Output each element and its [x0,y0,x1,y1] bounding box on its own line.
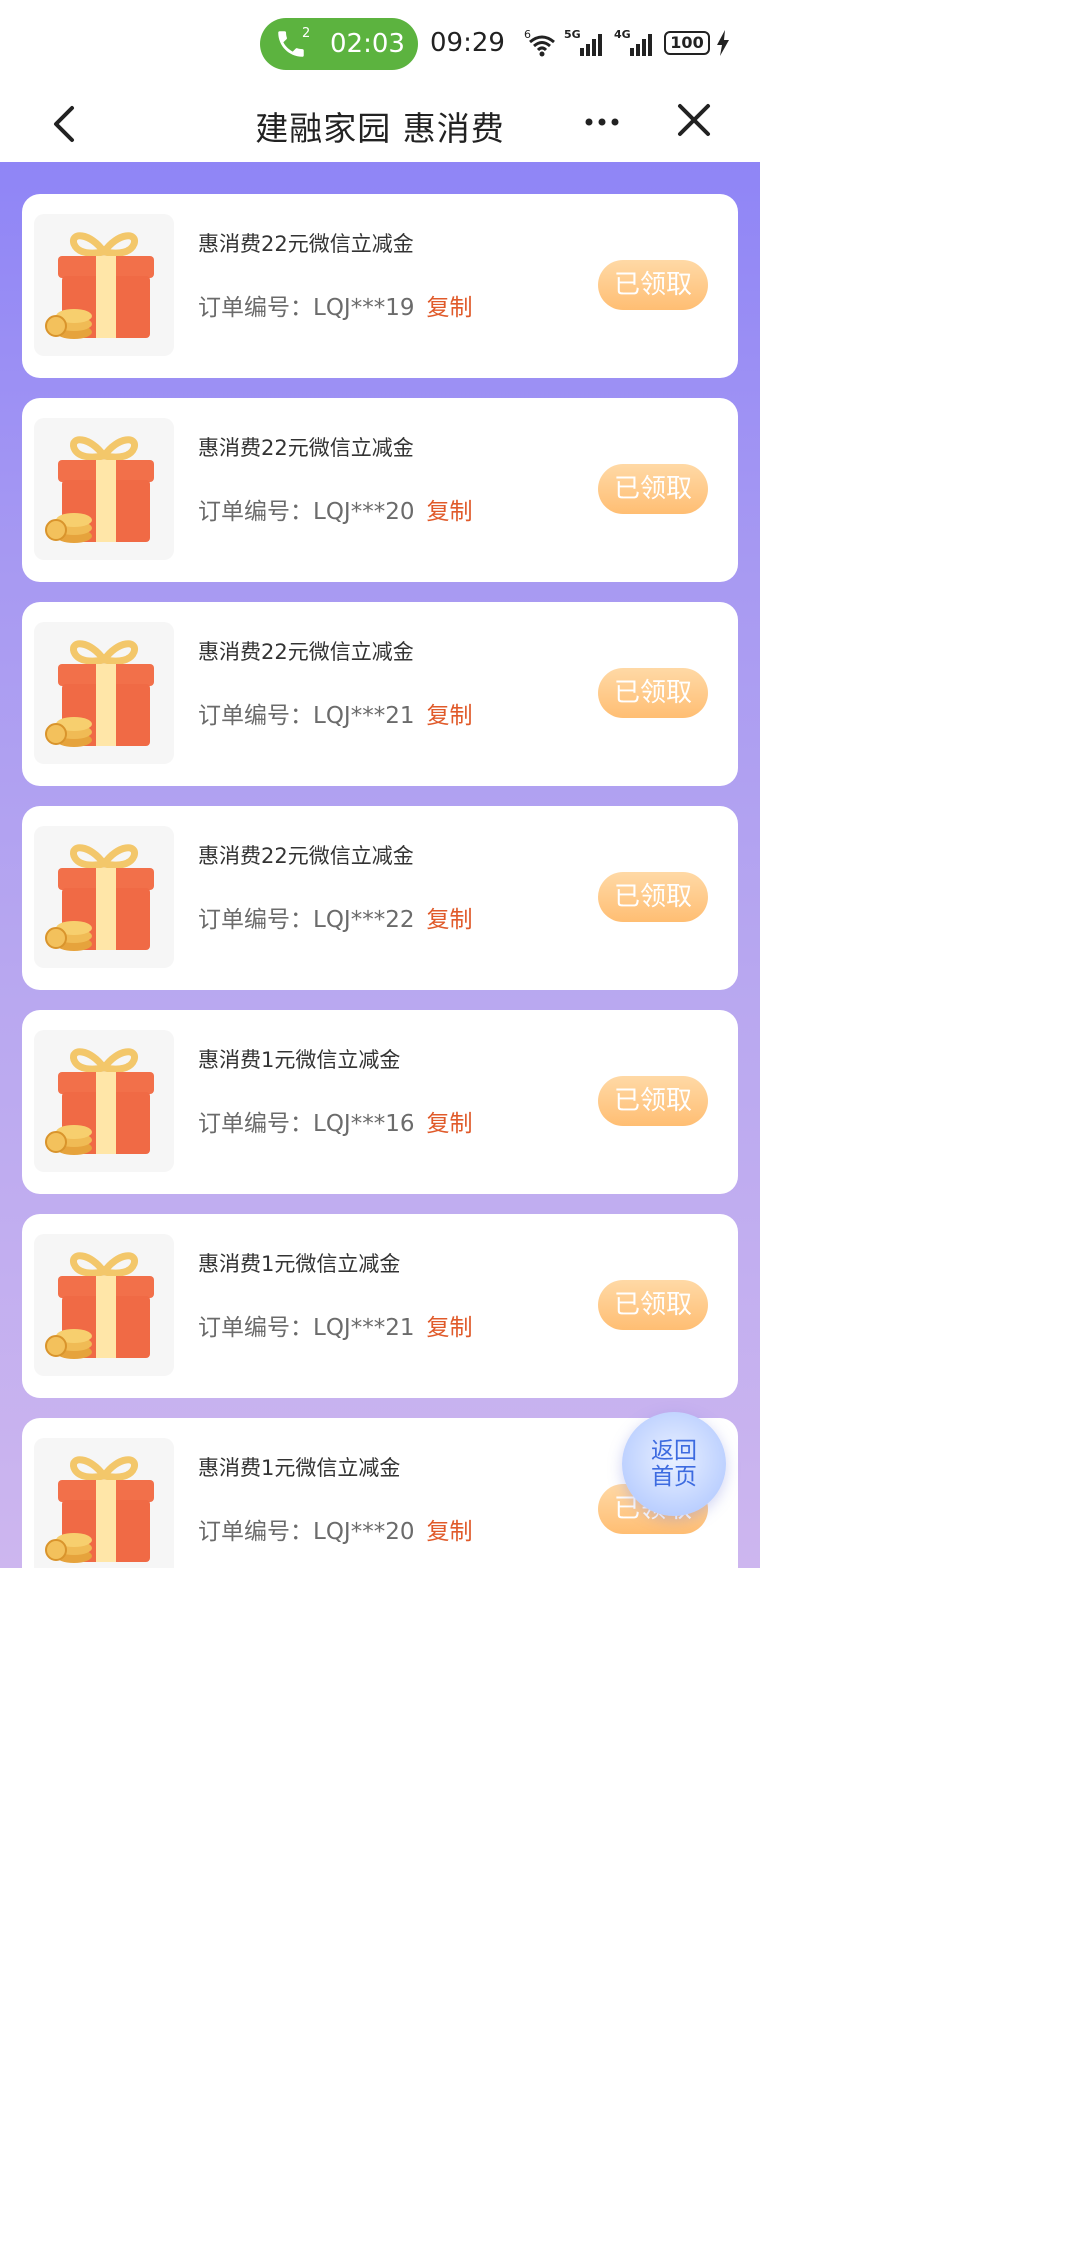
claimed-button[interactable]: 已领取 [598,260,708,310]
gift-image [34,826,174,968]
more-options-icon[interactable] [582,102,622,142]
call-duration: 02:03 [330,29,405,59]
coupon-title: 惠消费22元微信立减金 [198,232,414,256]
copy-button[interactable]: 复制 [426,288,472,322]
gift-icon [45,844,154,951]
charging-icon [717,30,729,56]
copy-button[interactable]: 复制 [426,900,472,934]
order-number-row: 订单编号： LQJ***22 复制 [198,900,472,934]
coupon-list: 惠消费22元微信立减金 订单编号： LQJ***19 复制 已领取 惠消费22元… [0,162,760,1568]
back-to-home-button[interactable]: 返回 首页 [622,1412,726,1516]
gift-image [34,418,174,560]
copy-button[interactable]: 复制 [426,1308,472,1342]
back-to-home-line1: 返回 [651,1438,697,1464]
coupon-title: 惠消费1元微信立减金 [198,1048,401,1072]
coupon-title: 惠消费1元微信立减金 [198,1252,401,1276]
order-number-label: 订单编号： [198,703,313,729]
copy-button[interactable]: 复制 [426,1512,472,1546]
gift-image [34,1030,174,1172]
claimed-button[interactable]: 已领取 [598,1076,708,1126]
order-number-label: 订单编号： [198,1519,313,1545]
coupon-title: 惠消费22元微信立减金 [198,640,414,664]
claimed-button[interactable]: 已领取 [598,464,708,514]
order-number-row: 订单编号： LQJ***21 复制 [198,1308,472,1342]
order-number-value: LQJ***21 [313,1315,415,1341]
order-number-row: 订单编号： LQJ***21 复制 [198,696,472,730]
claimed-button[interactable]: 已领取 [598,872,708,922]
svg-text:4G: 4G [614,28,631,41]
order-number-value: LQJ***19 [313,295,415,321]
gift-icon [45,1252,154,1359]
coupon-card: 惠消费22元微信立减金 订单编号： LQJ***19 复制 已领取 [22,194,738,378]
order-number-label: 订单编号： [198,907,313,933]
gift-icon [45,1456,154,1563]
order-number-label: 订单编号： [198,499,313,525]
gift-image [34,622,174,764]
back-to-home-line2: 首页 [651,1464,697,1490]
system-icons: 6 5G 4G 100 [524,26,730,60]
call-badge: 2 [302,26,311,41]
gift-image [34,1438,174,1568]
gift-image [34,214,174,356]
ongoing-call-pill[interactable]: 2 02:03 [260,18,418,70]
coupon-title: 惠消费1元微信立减金 [198,1456,401,1480]
coupon-card: 惠消费1元微信立减金 订单编号： LQJ***16 复制 已领取 [22,1010,738,1194]
order-number-value: LQJ***20 [313,1519,415,1545]
coupon-card: 惠消费22元微信立减金 订单编号： LQJ***20 复制 已领取 [22,398,738,582]
gift-icon [45,436,154,543]
order-number-label: 订单编号： [198,295,313,321]
order-number-value: LQJ***22 [313,907,415,933]
svg-text:5G: 5G [564,28,581,41]
claimed-button[interactable]: 已领取 [598,1280,708,1330]
gift-image [34,1234,174,1376]
gift-icon [45,232,154,339]
order-number-value: LQJ***16 [313,1111,415,1137]
order-number-value: LQJ***21 [313,703,415,729]
battery-icon: 100 [664,31,710,55]
signal-4g-icon: 4G [614,28,652,56]
svg-text:6: 6 [524,28,531,41]
close-icon[interactable] [674,100,714,140]
claimed-button[interactable]: 已领取 [598,668,708,718]
page-title: 建融家园 惠消费 [255,109,505,148]
order-number-row: 订单编号： LQJ***16 复制 [198,1104,472,1138]
coupon-card: 惠消费22元微信立减金 订单编号： LQJ***22 复制 已领取 [22,806,738,990]
gift-icon [45,1048,154,1155]
coupon-card: 惠消费1元微信立减金 订单编号： LQJ***21 复制 已领取 [22,1214,738,1398]
status-bar: 2 02:03 09:29 6 5G 4G 100 [0,0,760,88]
navbar: 建融家园 惠消费 [0,88,760,162]
wifi-icon: 6 [524,28,555,57]
clock: 09:29 [430,28,505,58]
copy-button[interactable]: 复制 [426,492,472,526]
order-number-row: 订单编号： LQJ***20 复制 [198,492,472,526]
coupon-title: 惠消费22元微信立减金 [198,436,414,460]
copy-button[interactable]: 复制 [426,696,472,730]
copy-button[interactable]: 复制 [426,1104,472,1138]
order-number-row: 订单编号： LQJ***19 复制 [198,288,472,322]
order-number-label: 订单编号： [198,1111,313,1137]
order-number-label: 订单编号： [198,1315,313,1341]
order-number-row: 订单编号： LQJ***20 复制 [198,1512,472,1546]
gift-icon [45,640,154,747]
coupon-title: 惠消费22元微信立减金 [198,844,414,868]
coupon-card: 惠消费22元微信立减金 订单编号： LQJ***21 复制 已领取 [22,602,738,786]
order-number-value: LQJ***20 [313,499,415,525]
signal-5g-icon: 5G [564,28,602,56]
